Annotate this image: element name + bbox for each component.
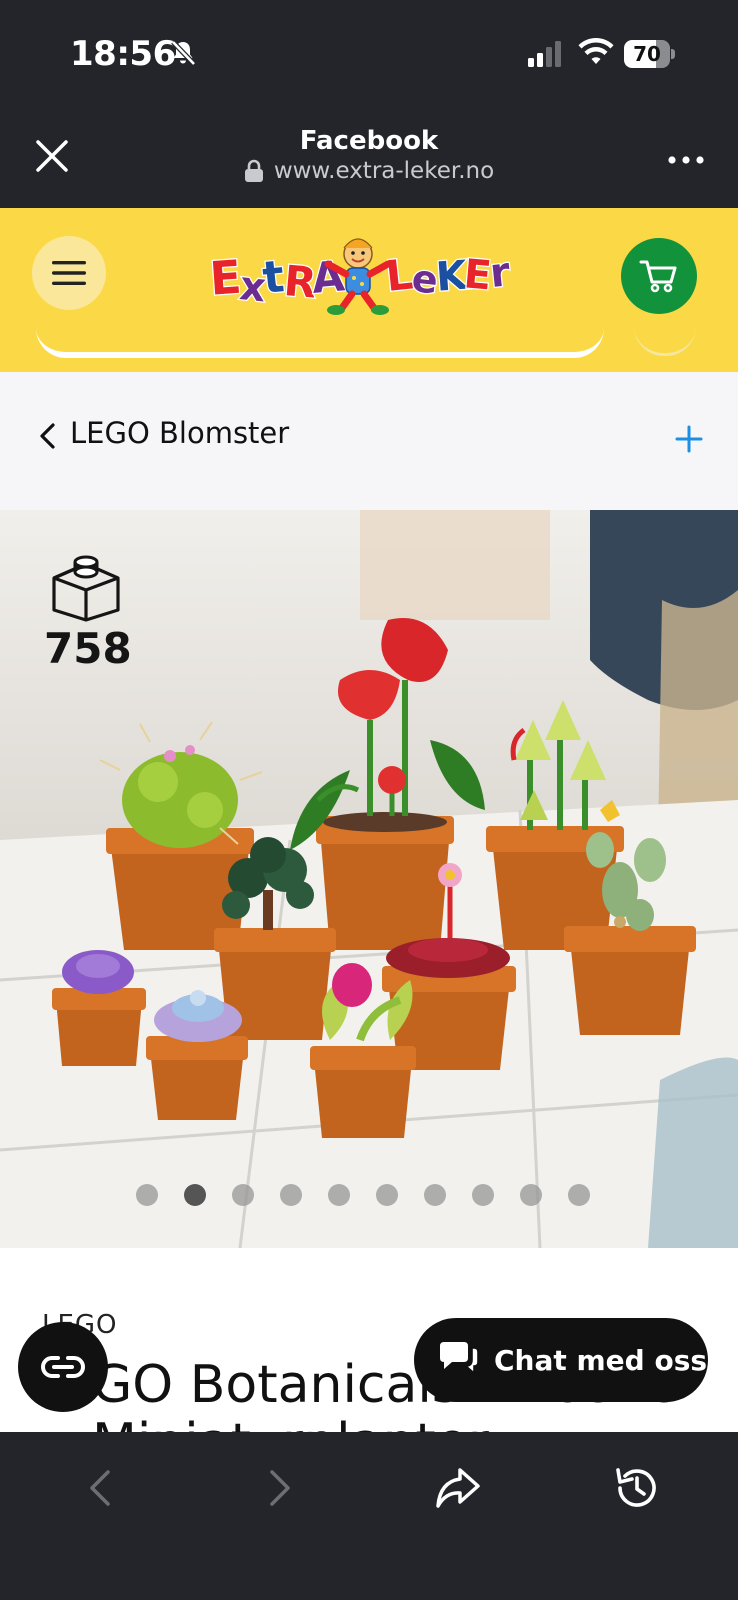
more-options-button[interactable] (664, 140, 708, 180)
forward-button[interactable] (252, 1460, 308, 1516)
cellular-signal-icon (528, 41, 561, 67)
back-button[interactable] (72, 1460, 128, 1516)
carousel-dot[interactable] (424, 1184, 446, 1206)
carousel-dot[interactable] (280, 1184, 302, 1206)
in-app-browser-header: Facebook www.extra-leker.no (0, 110, 738, 208)
chevron-left-icon (90, 1470, 110, 1506)
piece-count: 758 (44, 624, 132, 673)
history-clock-icon (616, 1468, 656, 1507)
product-image[interactable]: 758 (0, 510, 738, 1248)
lego-brick-icon (52, 555, 120, 622)
breadcrumb-link[interactable]: LEGO Blomster (70, 416, 289, 450)
lock-icon (244, 159, 263, 182)
breadcrumb: LEGO Blomster (0, 372, 738, 510)
compare-button[interactable] (18, 1322, 108, 1412)
chat-label: Chat med oss (494, 1343, 708, 1377)
search-button[interactable] (634, 326, 696, 356)
compare-icon (41, 1356, 85, 1378)
cart-icon (639, 260, 677, 293)
chat-button[interactable]: Chat med oss (414, 1318, 708, 1402)
carousel-dot[interactable] (520, 1184, 542, 1206)
status-bar: 18:56 70 (0, 0, 738, 110)
wifi-icon (578, 38, 614, 64)
menu-button[interactable] (32, 236, 106, 310)
cart-button[interactable] (621, 238, 697, 314)
url-row: www.extra-leker.no (0, 158, 738, 184)
carousel-dot[interactable] (184, 1184, 206, 1206)
share-button[interactable] (430, 1460, 486, 1516)
carousel-dot[interactable] (136, 1184, 158, 1206)
chevron-right-icon (270, 1470, 290, 1506)
search-bar[interactable] (36, 326, 604, 358)
site-header: E x t R A L e K E r (0, 208, 738, 372)
svg-text:A: A (310, 251, 347, 303)
battery-percentage: 70 (633, 42, 661, 66)
carousel-dot[interactable] (328, 1184, 350, 1206)
browser-toolbar (0, 1432, 738, 1600)
browser-url: www.extra-leker.no (273, 158, 495, 184)
carousel-dot[interactable] (568, 1184, 590, 1206)
carousel-dot[interactable] (232, 1184, 254, 1206)
status-time: 18:56 (70, 34, 176, 74)
share-arrow-icon (436, 1468, 480, 1508)
chat-bubble-icon (440, 1342, 479, 1375)
chevron-left-icon[interactable] (38, 422, 58, 450)
battery-indicator: 70 (624, 40, 675, 68)
browser-title: Facebook (299, 126, 439, 156)
svg-text:r: r (488, 249, 513, 297)
extra-leker-logo[interactable]: E x t R A L e K E r (208, 230, 522, 318)
bell-off-icon (171, 40, 196, 66)
carousel-dot[interactable] (472, 1184, 494, 1206)
carousel-dot[interactable] (376, 1184, 398, 1206)
carousel-dots (136, 1184, 590, 1206)
plus-icon[interactable] (674, 424, 704, 454)
history-button[interactable] (608, 1460, 664, 1516)
hamburger-icon (52, 261, 86, 285)
